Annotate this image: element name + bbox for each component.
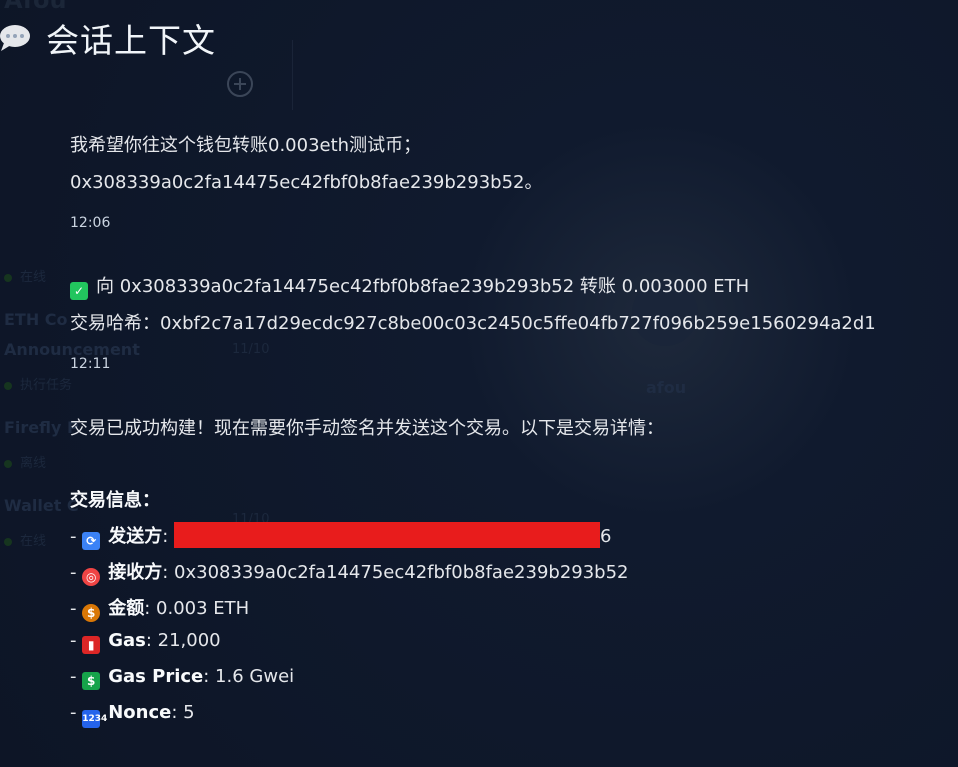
message-time: 12:11 bbox=[70, 356, 111, 372]
redaction-bar bbox=[174, 522, 601, 548]
speech-bubble-icon bbox=[0, 23, 32, 53]
numbers-icon: 1234 bbox=[82, 710, 107, 728]
tx-hash-line: 交易哈希：0xbf2c7a17d29ecdc927c8be00c03c2450c… bbox=[70, 309, 876, 335]
checkmark-icon: ✓ bbox=[70, 282, 88, 300]
bg-list-status: 在线 bbox=[4, 530, 46, 549]
bg-list-item: Wallet C bbox=[4, 496, 79, 515]
bg-app-title: Afou bbox=[4, 0, 67, 14]
bg-agent-name: afou bbox=[646, 378, 687, 397]
screen: Afou 在线 ETH Co Announcement 11/10 执行任务 F… bbox=[0, 0, 958, 767]
bg-list-status: 执行任务 bbox=[4, 374, 72, 393]
detail-nonce: - 1234Nonce: 5 bbox=[70, 702, 195, 728]
target-icon: ◎ bbox=[82, 568, 101, 586]
money-wings-icon: $ bbox=[82, 672, 101, 690]
bg-list-status: 在线 bbox=[4, 266, 46, 285]
bg-list-date: 11/10 bbox=[232, 342, 270, 357]
fuel-pump-icon: ▮ bbox=[82, 636, 101, 654]
detail-gas: - ▮ Gas: 21,000 bbox=[70, 630, 221, 654]
tx-hash-label: 交易哈希： bbox=[70, 313, 160, 334]
bg-list-item: Firefly P bbox=[4, 418, 79, 437]
detail-amount: - $ 金额: 0.003 ETH bbox=[70, 598, 250, 622]
tx-hash-value: 0xbf2c7a17d29ecdc927c8be00c03c2450c5ffe0… bbox=[160, 313, 876, 334]
message-text: 交易已成功构建！现在需要你手动签名并发送这个交易。以下是交易详情： bbox=[70, 418, 664, 439]
page-title: 会话上下文 bbox=[46, 21, 216, 60]
money-bag-icon: $ bbox=[82, 604, 101, 622]
section-title: 交易信息： bbox=[70, 490, 160, 511]
message-text: 0x308339a0c2fa14475ec42fbf0b8fae239b293b… bbox=[70, 172, 543, 193]
detail-recipient: - ◎ 接收方: 0x308339a0c2fa14475ec42fbf0b8fae… bbox=[70, 562, 629, 586]
context-header: 会话上下文 bbox=[0, 16, 216, 60]
detail-gas-price: - $ Gas Price: 1.6 Gwei bbox=[70, 666, 295, 690]
result-line: ✓ 向 0x308339a0c2fa14475ec42fbf0b8fae239b2… bbox=[70, 272, 749, 300]
add-icon[interactable] bbox=[227, 71, 253, 97]
arrows-icon: ⟳ bbox=[82, 532, 101, 550]
message-time: 12:06 bbox=[70, 215, 111, 231]
detail-sender: - ⟳ 发送方: 6 bbox=[70, 522, 611, 550]
bg-list-item: ETH Co bbox=[4, 310, 68, 329]
message-text: 我希望你往这个钱包转账0.003eth测试币； bbox=[70, 135, 422, 156]
bg-list-status: 离线 bbox=[4, 452, 46, 471]
bg-divider bbox=[292, 40, 293, 110]
